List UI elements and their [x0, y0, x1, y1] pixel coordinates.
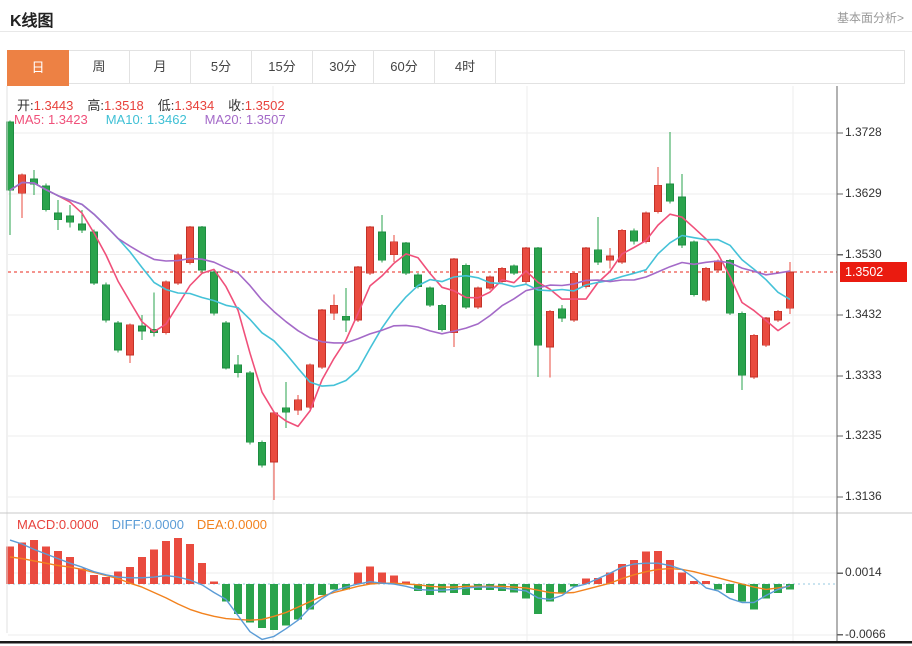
price-tick-label: 1.3333 — [845, 367, 882, 382]
price-tick-label: 1.3728 — [845, 125, 882, 139]
price-tick-label: 1.3629 — [845, 185, 882, 200]
ma-legend: MA5: 1.3423 MA10: 1.3462 MA20: 1.3507 — [14, 112, 304, 127]
price-tick-label: 1.3136 — [845, 489, 882, 503]
legend-item: MA10: 1.3462 — [105, 112, 187, 127]
ma10-line — [9, 181, 791, 387]
legend-item: DIFF:0.0000 — [111, 517, 184, 532]
legend-item: MA5: 1.3423 — [14, 112, 88, 127]
price-tick-label: 1.3530 — [845, 246, 882, 261]
macd-tick-label: 0.0014 — [845, 565, 882, 580]
macd-legend: MACD:0.0000 DIFF:0.0000 DEA:0.0000 — [17, 517, 280, 532]
macd-tick-label: -0.0066 — [845, 626, 886, 641]
diff-line — [9, 539, 791, 641]
last-price-tag: 1.3502 — [840, 261, 907, 282]
ma20-line — [9, 181, 791, 344]
legend-item: DEA:0.0000 — [196, 517, 268, 532]
price-tick-label: 1.3235 — [845, 428, 882, 443]
price-tick-label: 1.3432 — [845, 307, 882, 321]
legend-item: MA20: 1.3507 — [204, 112, 286, 127]
legend-item: MACD:0.0000 — [17, 517, 99, 532]
